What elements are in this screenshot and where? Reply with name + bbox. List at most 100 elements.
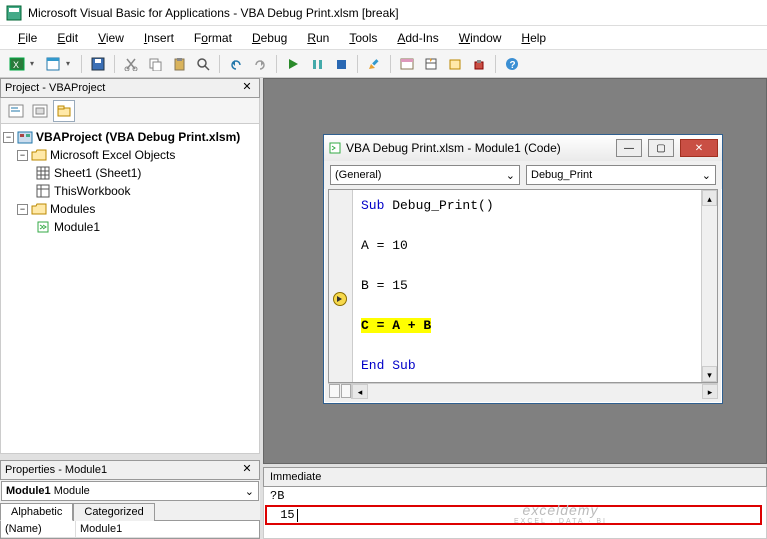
current-line-highlight: C = A + B xyxy=(361,318,431,333)
mdi-area: VBA Debug Print.xlsm - Module1 (Code) — … xyxy=(263,78,767,464)
collapse-icon[interactable]: − xyxy=(17,150,28,161)
tab-alphabetic[interactable]: Alphabetic xyxy=(0,503,73,521)
property-name: (Name) xyxy=(1,521,76,537)
menu-addins[interactable]: Add-Ins xyxy=(389,29,446,47)
properties-object-combo[interactable]: Module1 Module ⌄ xyxy=(1,481,259,501)
immediate-body[interactable]: ?B 15 xyxy=(263,487,767,539)
vba-app-icon xyxy=(6,5,22,21)
immediate-header: Immediate xyxy=(263,467,767,487)
module-icon xyxy=(328,141,342,155)
find-icon[interactable] xyxy=(192,53,214,75)
chevron-down-icon: ⌄ xyxy=(506,169,515,182)
code-editor[interactable]: Sub Debug_Print() A = 10 B = 15 C = A + … xyxy=(353,190,701,382)
menu-format[interactable]: Format xyxy=(186,29,240,47)
immediate-window: Immediate ?B 15 xyxy=(263,464,767,539)
tree-root-label: VBAProject (VBA Debug Print.xlsm) xyxy=(36,130,240,144)
tree-item-label: Sheet1 (Sheet1) xyxy=(54,166,141,180)
view-object-icon[interactable] xyxy=(29,100,51,122)
right-pane: VBA Debug Print.xlsm - Module1 (Code) — … xyxy=(263,78,767,539)
collapse-icon[interactable]: − xyxy=(3,132,14,143)
project-tree[interactable]: − VBAProject (VBA Debug Print.xlsm) − Mi… xyxy=(0,124,260,454)
paste-icon[interactable] xyxy=(168,53,190,75)
view-excel-icon[interactable]: X xyxy=(6,53,28,75)
object-browser-icon[interactable] xyxy=(444,53,466,75)
tree-folder-label: Modules xyxy=(50,202,95,216)
undo-icon[interactable] xyxy=(225,53,247,75)
full-view-icon[interactable] xyxy=(341,384,352,398)
code-window-title: VBA Debug Print.xlsm - Module1 (Code) xyxy=(346,141,610,155)
properties-window-icon[interactable] xyxy=(420,53,442,75)
tree-item-label: Module1 xyxy=(54,220,100,234)
close-button[interactable]: ✕ xyxy=(680,139,718,157)
project-panel-close-icon[interactable]: ✕ xyxy=(239,80,255,96)
code-gutter[interactable] xyxy=(329,190,353,382)
svg-text:?: ? xyxy=(510,60,516,71)
app-title: Microsoft Visual Basic for Applications … xyxy=(28,6,399,20)
cut-icon[interactable] xyxy=(120,53,142,75)
property-value[interactable]: Module1 xyxy=(76,521,259,537)
copy-icon[interactable] xyxy=(144,53,166,75)
folder-open-icon xyxy=(31,147,47,163)
procedure-dropdown[interactable]: Debug_Print⌄ xyxy=(526,165,716,185)
vertical-scrollbar[interactable]: ▴ ▾ xyxy=(701,190,717,382)
menu-view[interactable]: View xyxy=(90,29,132,47)
properties-panel-title: Properties - Module1 xyxy=(5,464,107,476)
menu-file[interactable]: File xyxy=(10,29,45,47)
collapse-icon[interactable]: − xyxy=(17,204,28,215)
tree-folder-modules[interactable]: − Modules xyxy=(17,200,257,218)
help-icon[interactable]: ? xyxy=(501,53,523,75)
procedure-view-icon[interactable] xyxy=(329,384,340,398)
redo-icon[interactable] xyxy=(249,53,271,75)
tree-root[interactable]: − VBAProject (VBA Debug Print.xlsm) xyxy=(3,128,257,146)
toolbox-icon[interactable] xyxy=(468,53,490,75)
chevron-down-icon: ⌄ xyxy=(245,485,254,498)
run-icon[interactable] xyxy=(282,53,304,75)
dropdown-arrow-icon[interactable]: ▾ xyxy=(30,59,40,68)
design-mode-icon[interactable] xyxy=(363,53,385,75)
properties-panel-close-icon[interactable]: ✕ xyxy=(239,462,255,478)
menu-insert[interactable]: Insert xyxy=(136,29,182,47)
menu-window[interactable]: Window xyxy=(451,29,510,47)
view-code-icon[interactable] xyxy=(5,100,27,122)
tree-folder-excel-objects[interactable]: − Microsoft Excel Objects xyxy=(17,146,257,164)
dropdown-arrow-icon[interactable]: ▾ xyxy=(66,59,76,68)
execution-point-icon xyxy=(333,292,347,306)
immediate-input-line: ?B xyxy=(270,489,760,503)
object-dropdown[interactable]: (General)⌄ xyxy=(330,165,520,185)
tree-item-module1[interactable]: Module1 xyxy=(35,218,257,236)
project-panel-header: Project - VBAProject ✕ xyxy=(0,78,260,98)
tree-folder-label: Microsoft Excel Objects xyxy=(50,148,175,162)
properties-tabs: Alphabetic Categorized xyxy=(0,502,260,521)
project-explorer-icon[interactable] xyxy=(396,53,418,75)
module-icon xyxy=(35,219,51,235)
scroll-up-icon[interactable]: ▴ xyxy=(702,190,717,206)
code-window: VBA Debug Print.xlsm - Module1 (Code) — … xyxy=(323,134,723,404)
properties-grid: (Name) Module1 xyxy=(0,521,260,539)
menu-debug[interactable]: Debug xyxy=(244,29,295,47)
tree-item-sheet1[interactable]: Sheet1 (Sheet1) xyxy=(35,164,257,182)
reset-icon[interactable] xyxy=(330,53,352,75)
tree-item-label: ThisWorkbook xyxy=(54,184,130,198)
scroll-left-icon[interactable]: ◂ xyxy=(352,384,368,399)
menu-run[interactable]: Run xyxy=(299,29,337,47)
tab-categorized[interactable]: Categorized xyxy=(73,503,154,521)
project-toolbar xyxy=(0,98,260,124)
code-window-titlebar[interactable]: VBA Debug Print.xlsm - Module1 (Code) — … xyxy=(324,135,722,161)
break-icon[interactable] xyxy=(306,53,328,75)
toggle-folders-icon[interactable] xyxy=(53,100,75,122)
tree-item-thisworkbook[interactable]: ThisWorkbook xyxy=(35,182,257,200)
insert-module-icon[interactable] xyxy=(42,53,64,75)
code-area: Sub Debug_Print() A = 10 B = 15 C = A + … xyxy=(328,189,718,383)
scroll-down-icon[interactable]: ▾ xyxy=(702,366,717,382)
menu-tools[interactable]: Tools xyxy=(341,29,385,47)
save-icon[interactable] xyxy=(87,53,109,75)
project-panel-title: Project - VBAProject xyxy=(5,82,105,94)
horizontal-scrollbar[interactable]: ◂ ▸ xyxy=(328,383,718,399)
maximize-button[interactable]: ▢ xyxy=(648,139,674,157)
menu-help[interactable]: Help xyxy=(513,29,554,47)
menu-edit[interactable]: Edit xyxy=(49,29,86,47)
minimize-button[interactable]: — xyxy=(616,139,642,157)
scroll-right-icon[interactable]: ▸ xyxy=(702,384,718,399)
left-pane: Project - VBAProject ✕ − VBAProject (VBA… xyxy=(0,78,263,539)
property-row[interactable]: (Name) Module1 xyxy=(1,521,259,538)
